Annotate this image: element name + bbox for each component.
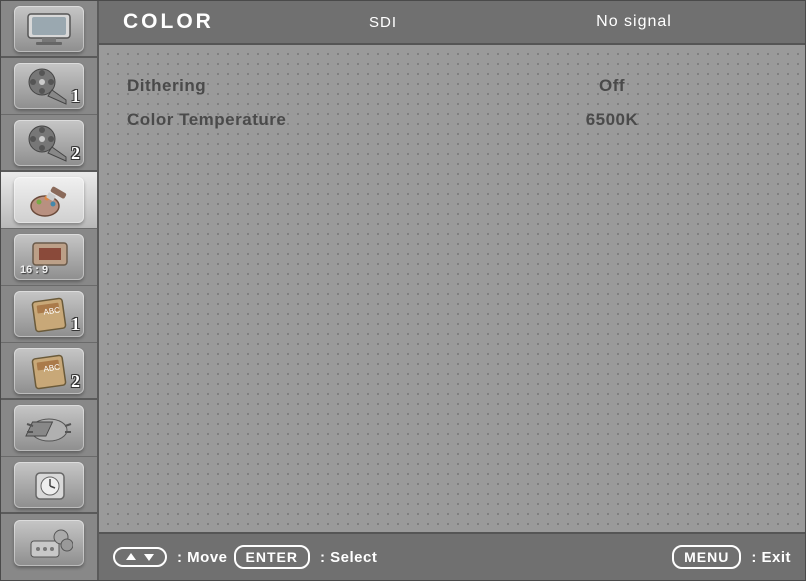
film-reel-icon: 2 [14,120,84,166]
setting-row-color-temp[interactable]: Color Temperature 6500K [119,103,785,137]
arrow-up-icon [125,551,137,563]
setting-label: Dithering [119,76,439,96]
aspect-label: 16 : 9 [20,264,48,276]
aspect-icon: 16 : 9 [14,234,84,280]
titlebar: COLOR SDI No signal [99,1,805,45]
setting-value: Off [439,76,785,96]
film-reel-icon: 1 [14,63,84,109]
hint-move: : Move [177,549,228,566]
menu-title: COLOR [123,10,303,34]
sidebar-item-time[interactable] [1,457,97,514]
sidebar-item-color[interactable] [1,172,97,229]
hint-select: : Select [320,549,377,566]
clock-icon [14,462,84,508]
source-label: SDI [303,14,463,31]
osd-container: 1 2 [0,0,806,581]
sidebar-item-system[interactable] [1,400,97,457]
brush-icon [14,177,84,223]
badge-2b: 2 [71,371,80,392]
footer-hints: : Move ENTER : Select MENU : Exit [99,534,805,580]
arrows-pill [113,547,167,567]
sidebar-item-remote[interactable] [1,514,97,571]
sidebar-item-video2[interactable]: 2 [1,115,97,172]
badge-2: 2 [71,143,80,164]
hint-exit: : Exit [751,549,791,566]
enter-pill: ENTER [234,545,310,569]
sidebar-item-setup2[interactable]: ABC 2 [1,343,97,400]
notebook-icon: ABC 1 [14,291,84,337]
chip-icon [14,405,84,451]
notebook-icon: ABC 2 [14,348,84,394]
settings-content: Dithering Off Color Temperature 6500K [99,45,805,534]
menu-pill: MENU [672,545,741,569]
setting-row-dithering[interactable]: Dithering Off [119,69,785,103]
setting-value: 6500K [439,110,785,130]
setting-label: Color Temperature [119,110,439,130]
sidebar-item-video1[interactable]: 1 [1,58,97,115]
signal-status: No signal [463,13,805,31]
arrow-down-icon [143,551,155,563]
sidebar: 1 2 [1,1,99,580]
monitor-icon [14,6,84,52]
sidebar-item-picture[interactable] [1,1,97,58]
main-panel: COLOR SDI No signal Dithering Off Color … [99,1,805,580]
sidebar-item-aspect[interactable]: 16 : 9 [1,229,97,286]
sidebar-item-setup1[interactable]: ABC 1 [1,286,97,343]
badge-1: 1 [71,86,80,107]
badge-1b: 1 [71,314,80,335]
remote-icon [14,520,84,566]
